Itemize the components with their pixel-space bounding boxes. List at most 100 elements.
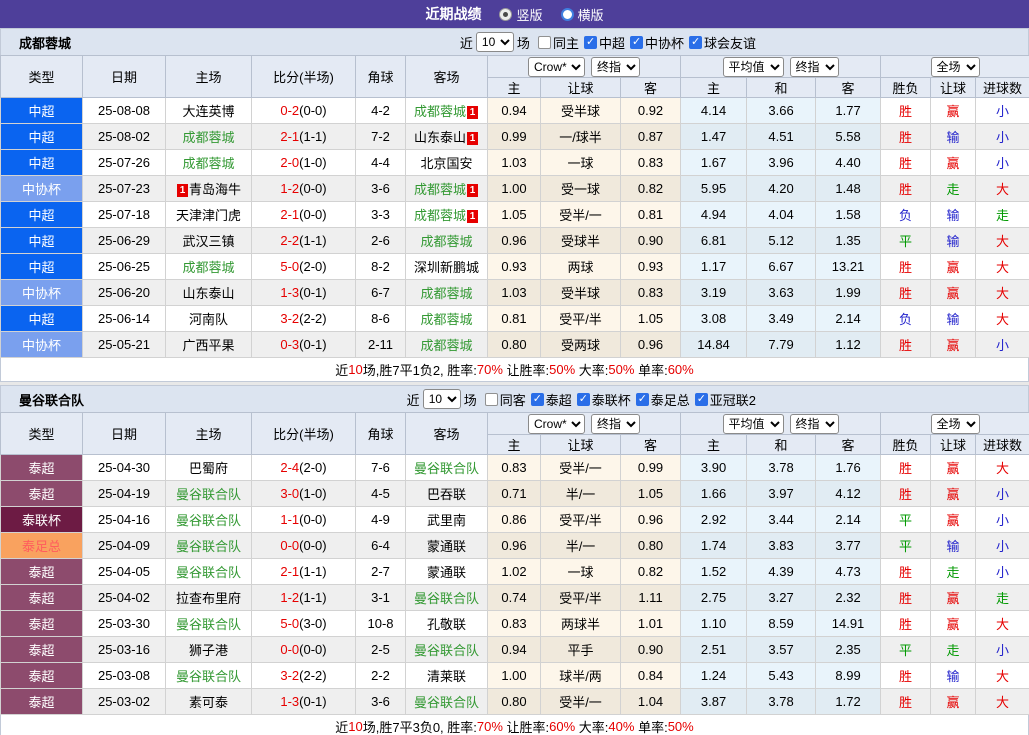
score-cell: 1-2(0-0) [252, 176, 356, 202]
odds-away: 1.05 [621, 306, 681, 332]
match-row: 中超 25-07-26 成都蓉城 2-0(1-0) 4-4 北京国安 1.03 … [1, 150, 1029, 176]
avg-odds-draw: 4.51 [747, 124, 816, 150]
away-team-cell: 曼谷联合队 [406, 585, 488, 611]
red-card-badge: 1 [177, 184, 188, 197]
odds-time-select[interactable]: 终指 [591, 57, 640, 77]
corner-count: 4-2 [356, 98, 406, 124]
avg-odds-away: 1.48 [816, 176, 881, 202]
match-date: 25-05-21 [83, 332, 166, 358]
score-cell: 2-2(1-1) [252, 228, 356, 254]
red-card-badge: 1 [467, 106, 478, 119]
league-type: 泰超 [1, 585, 83, 611]
fulltime-score: 0-0 [280, 642, 299, 657]
fulltime-score: 1-3 [280, 285, 299, 300]
avg-odds-draw: 3.27 [747, 585, 816, 611]
checkbox-unchecked-icon[interactable] [485, 393, 498, 406]
result-win-draw-loss: 胜 [881, 689, 931, 715]
checkbox-checked-icon[interactable] [630, 36, 643, 49]
checkbox-checked-icon[interactable] [531, 393, 544, 406]
near-label: 近 [407, 390, 420, 409]
halftime-score: (0-0) [299, 103, 326, 118]
result-handicap: 赢 [931, 150, 976, 176]
avg-odds-away: 1.58 [816, 202, 881, 228]
odds-group-header: Crow* 终指 [488, 413, 681, 435]
handicap-line: 受半/一 [541, 689, 621, 715]
away-team-name: 曼谷联合队 [414, 643, 479, 658]
filter-checkbox-同主[interactable]: 同主 [538, 33, 579, 52]
avg-odds-home: 1.10 [681, 611, 747, 637]
checkbox-unchecked-icon[interactable] [538, 36, 551, 49]
filter-checkbox-球会友谊[interactable]: 球会友谊 [689, 33, 756, 52]
radio-unselected-icon[interactable] [561, 8, 574, 21]
odds-time-select[interactable]: 终指 [790, 414, 839, 434]
avg-odds-home: 5.95 [681, 176, 747, 202]
home-team-name: 素可泰 [189, 695, 228, 710]
filter-checkbox-中超[interactable]: 中超 [584, 33, 625, 52]
result-goals: 大 [976, 689, 1029, 715]
handicap-line: 半/一 [541, 481, 621, 507]
home-team-name: 大连英博 [182, 104, 234, 119]
summary-segment: 单率: [634, 717, 667, 735]
halftime-score: (0-0) [299, 642, 326, 657]
result-handicap: 赢 [931, 455, 976, 481]
checkbox-checked-icon[interactable] [689, 36, 702, 49]
average-select[interactable]: 平均值 [723, 57, 784, 77]
checkbox-label: 泰足总 [651, 390, 690, 409]
match-date: 25-04-19 [83, 481, 166, 507]
layout-radio-horizontal[interactable]: 横版 [561, 5, 604, 24]
result-goals: 小 [976, 507, 1029, 533]
league-type: 泰超 [1, 559, 83, 585]
odds-time-select[interactable]: 终指 [591, 414, 640, 434]
layout-radio-vertical[interactable]: 竖版 [499, 5, 542, 24]
filter-checkbox-同客[interactable]: 同客 [485, 390, 526, 409]
avg-odds-home: 3.87 [681, 689, 747, 715]
avg-odds-away: 4.40 [816, 150, 881, 176]
games-count-select[interactable]: 10 [423, 389, 461, 409]
summary-segment: 单率: [634, 360, 667, 379]
checkbox-checked-icon[interactable] [577, 393, 590, 406]
checkbox-checked-icon[interactable] [584, 36, 597, 49]
home-team-cell: 天津津门虎 [166, 202, 252, 228]
result-goals: 大 [976, 254, 1029, 280]
filter-checkbox-亚冠联2[interactable]: 亚冠联2 [695, 390, 756, 409]
result-goals: 小 [976, 481, 1029, 507]
games-count-select[interactable]: 10 [476, 32, 514, 52]
period-select[interactable]: 全场 [931, 414, 980, 434]
avg-odds-home: 2.51 [681, 637, 747, 663]
score-cell: 0-2(0-0) [252, 98, 356, 124]
odds-home: 0.99 [488, 124, 541, 150]
result-goals: 走 [976, 202, 1029, 228]
checkbox-checked-icon[interactable] [636, 393, 649, 406]
odds-away: 1.05 [621, 481, 681, 507]
bookmaker-select[interactable]: Crow* [528, 57, 585, 77]
home-team-cell: 曼谷联合队 [166, 533, 252, 559]
score-cell: 3-2(2-2) [252, 663, 356, 689]
handicap-line: 一球 [541, 150, 621, 176]
handicap-line: 受球半 [541, 228, 621, 254]
result-handicap: 赢 [931, 98, 976, 124]
filter-checkbox-泰超[interactable]: 泰超 [531, 390, 572, 409]
bookmaker-select[interactable]: Crow* [528, 414, 585, 434]
avg-odds-home: 3.19 [681, 280, 747, 306]
avg-odds-home: 2.75 [681, 585, 747, 611]
filter-checkbox-泰联杯[interactable]: 泰联杯 [577, 390, 631, 409]
result-handicap: 走 [931, 176, 976, 202]
odds-time-select[interactable]: 终指 [790, 57, 839, 77]
period-select[interactable]: 全场 [931, 57, 980, 77]
match-row: 泰超 25-04-02 拉查布里府 1-2(1-1) 3-1 曼谷联合队 0.7… [1, 585, 1029, 611]
odds-away: 0.87 [621, 124, 681, 150]
avg-odds-home: 6.81 [681, 228, 747, 254]
radio-selected-icon[interactable] [499, 8, 512, 21]
summary-segment: 场,胜7平3负0, 胜率: [363, 717, 477, 735]
filter-checkbox-中协杯[interactable]: 中协杯 [630, 33, 684, 52]
corner-count: 4-9 [356, 507, 406, 533]
corner-count: 6-4 [356, 533, 406, 559]
summary-segment: 60% [668, 362, 694, 377]
league-type: 泰超 [1, 637, 83, 663]
filter-checkbox-泰足总[interactable]: 泰足总 [636, 390, 690, 409]
handicap-line: 受平/半 [541, 306, 621, 332]
checkbox-checked-icon[interactable] [695, 393, 708, 406]
away-team-name: 成都蓉城 [420, 234, 472, 249]
match-row: 泰超 25-04-05 曼谷联合队 2-1(1-1) 2-7 蒙通联 1.02 … [1, 559, 1029, 585]
average-select[interactable]: 平均值 [723, 414, 784, 434]
